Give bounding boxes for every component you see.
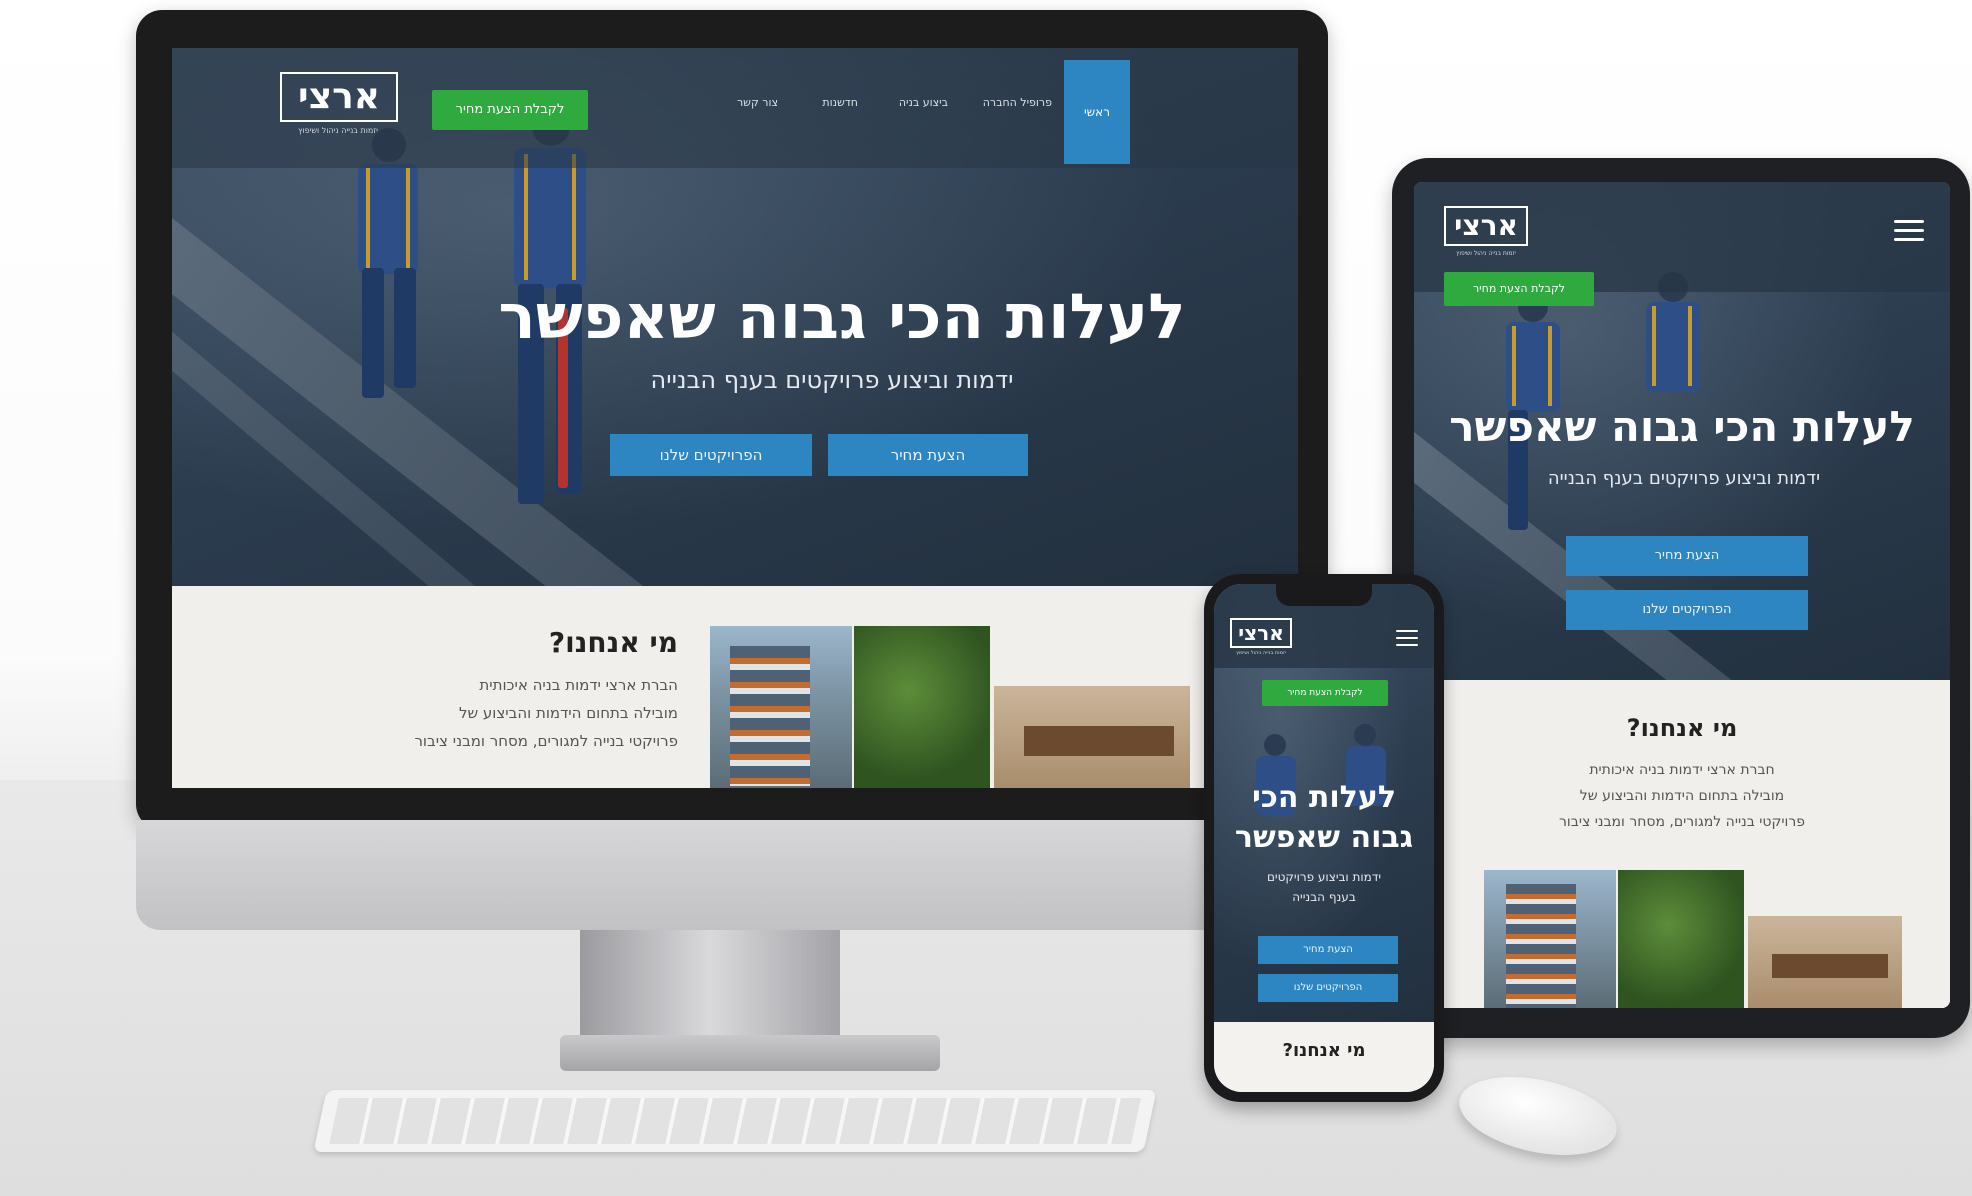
imac-stand-base [560,1035,940,1071]
phone-logo-tagline: יזמות בנייה ניהול ושיפוץ [1236,650,1286,656]
tablet-about-section: מי אנחנו? חברת ארצי ידמות בניה איכותית מ… [1414,680,1950,1008]
hero-title: לעלות הכי גבוה שאפשר [498,280,1186,353]
phone-hero-subtitle-line2: בענף הבנייה [1292,890,1356,904]
nav-item-innovation[interactable]: חדשנות [822,96,858,109]
tablet-website: ארצי יזמות בנייה ניהול ושיפוץ לקבלת הצעת… [1414,182,1950,1008]
green-building-photo [1618,870,1744,1008]
logo-tagline: יזמות בנייה ניהול ושיפוץ [298,126,378,135]
phone-hero-section: ארצי יזמות בנייה ניהול ושיפוץ לקבלת הצעת… [1214,584,1434,1022]
about-text-line: מובילה בתחום הידמות והביצוע של [459,704,678,722]
cta-quote-button[interactable]: לקבלת הצעת מחיר [432,90,588,130]
tablet-hero-subtitle: ידמות וביצוע פרויקטים בענף הבנייה [1547,468,1821,489]
building-photo [1484,870,1616,1008]
nav-item-contact[interactable]: צור קשר [737,96,778,109]
nav-item-home[interactable]: ראשי [1064,60,1130,164]
climber-image [322,128,442,428]
nav-item-construction[interactable]: ביצוע בניה [899,96,948,109]
hero-section: ארצי יזמות בנייה ניהול ושיפוץ לקבלת הצעת… [172,48,1298,586]
phone-notch [1276,584,1372,606]
phone-website: ארצי יזמות בנייה ניהול ושיפוץ לקבלת הצעת… [1214,584,1434,1092]
desktop-website: ארצי יזמות בנייה ניהול ושיפוץ לקבלת הצעת… [172,48,1298,788]
imac-chin [136,820,1328,930]
hamburger-menu-icon[interactable] [1396,630,1418,646]
about-text-line: הברת ארצי ידמות בניה איכותית [479,676,678,694]
hero-quote-button[interactable]: הצעת מחיר [828,434,1028,476]
nav-item-profile[interactable]: פרופיל החברה [983,96,1052,109]
imac-stand [580,930,840,1040]
tablet-hero-section: ארצי יזמות בנייה ניהול ושיפוץ לקבלת הצעת… [1414,182,1950,680]
tablet-hero-title: לעלות הכי גבוה שאפשר [1449,402,1915,451]
about-text-line: פרויקטי בנייה למגורים, מסחר ומבני ציבור [1559,814,1805,830]
phone-cta-quote-button[interactable]: לקבלת הצעת מחיר [1262,680,1388,706]
tablet-logo[interactable]: ארצי [1444,206,1528,246]
building-photo [710,626,852,788]
phone-projects-button[interactable]: הפרויקטים שלנו [1258,974,1398,1002]
about-text-line: חברת ארצי ידמות בניה איכותית [1589,762,1775,778]
tablet-quote-button[interactable]: הצעת מחיר [1566,536,1808,576]
phone-hero-title-line1: לעלות הכי [1252,780,1396,815]
green-building-photo [854,626,990,788]
modern-building-photo [1748,916,1902,1008]
site-logo[interactable]: ארצי [280,72,398,122]
about-text-line: פרויקטי בנייה למגורים, מסחר ומבני ציבור [414,732,678,750]
phone-about-section: מי אנחנו? [1214,1022,1434,1092]
hero-subtitle: ידמות וביצוע פרויקטים בענף הבנייה [650,366,1014,394]
phone-logo[interactable]: ארצי [1230,618,1292,648]
hamburger-menu-icon[interactable] [1894,220,1924,241]
phone-hero-subtitle-line1: ידמות וביצוע פרויקטים [1266,870,1382,884]
about-title: מי אנחנו? [548,626,678,659]
modern-building-photo [994,686,1190,788]
phone-about-title: מי אנחנו? [1282,1040,1366,1061]
tablet-logo-tagline: יזמות בנייה ניהול ושיפוץ [1456,250,1516,257]
hero-projects-button[interactable]: הפרויקטים שלנו [610,434,812,476]
about-section: מי אנחנו? הברת ארצי ידמות בניה איכותית מ… [172,586,1298,788]
keyboard-image [313,1090,1157,1152]
phone-hero-title-line2: גבוה שאפשר [1234,820,1414,855]
about-text-line: מובילה בתחום הידמות והביצוע של [1579,788,1785,804]
tablet-projects-button[interactable]: הפרויקטים שלנו [1566,590,1808,630]
tablet-cta-quote-button[interactable]: לקבלת הצעת מחיר [1444,272,1594,306]
phone-quote-button[interactable]: הצעת מחיר [1258,936,1398,964]
tablet-about-title: מי אנחנו? [1626,714,1738,742]
